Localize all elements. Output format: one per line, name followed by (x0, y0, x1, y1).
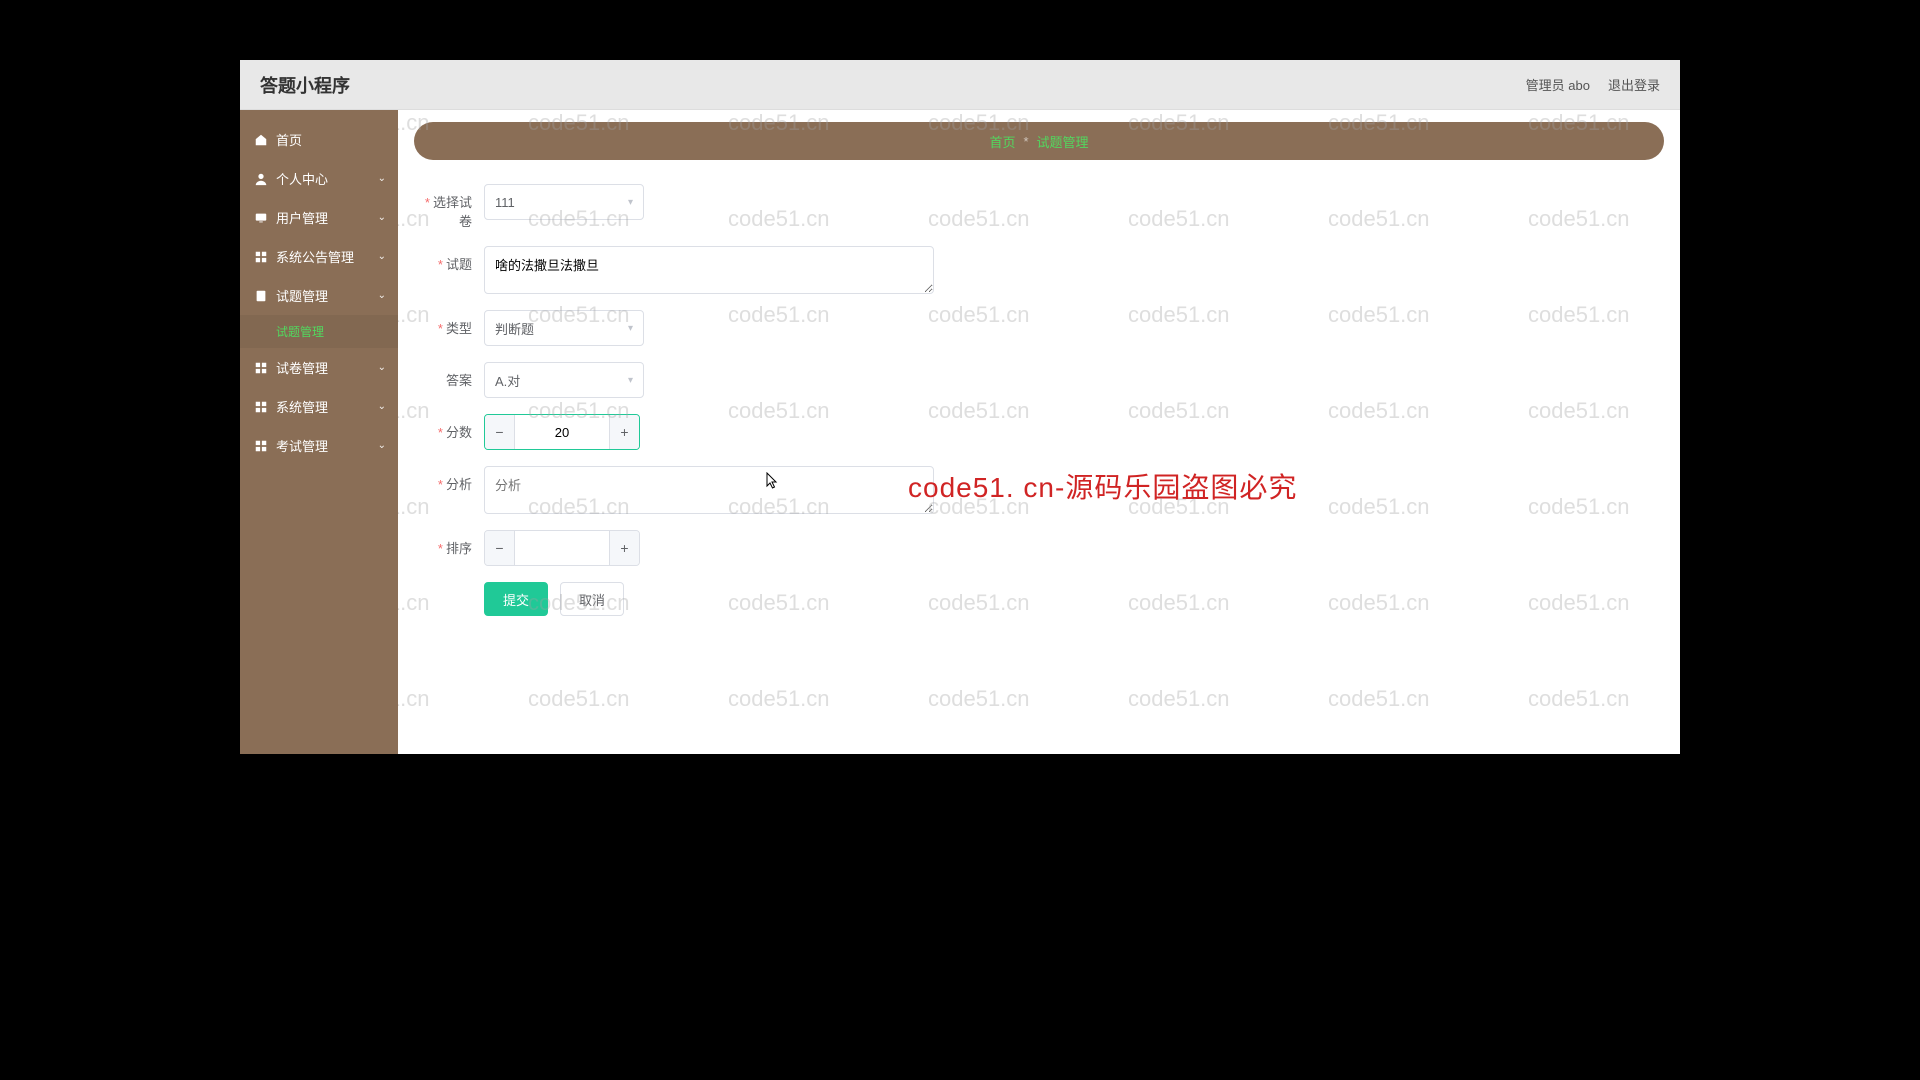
question-form: 选择试卷 111 ▾ 试题 类型 判断题 ▾ (398, 160, 1680, 640)
select-answer-value: A.对 (495, 371, 520, 390)
sort-input[interactable] (515, 531, 609, 565)
chevron-down-icon: ⌄ (378, 212, 386, 223)
screen-icon (254, 211, 268, 225)
chevron-down-icon: ▾ (628, 197, 633, 208)
select-type[interactable]: 判断题 ▾ (484, 310, 644, 346)
user-icon (254, 172, 268, 186)
form-buttons: 提交 取消 (414, 582, 1664, 616)
chevron-down-icon: ⌄ (378, 440, 386, 451)
score-increment[interactable]: + (609, 415, 639, 449)
select-paper[interactable]: 111 ▾ (484, 184, 644, 220)
question-textarea[interactable] (484, 246, 934, 294)
select-answer[interactable]: A.对 ▾ (484, 362, 644, 398)
grid-icon (254, 361, 268, 375)
breadcrumb-home[interactable]: 首页 (989, 132, 1015, 151)
label-select-paper: 选择试卷 (414, 184, 484, 230)
row-question: 试题 (414, 246, 1664, 294)
breadcrumb-sep: * (1023, 134, 1028, 149)
logout-link[interactable]: 退出登录 (1608, 75, 1660, 94)
label-sort: 排序 (414, 530, 484, 557)
label-question: 试题 (414, 246, 484, 273)
sort-stepper[interactable]: − + (484, 530, 640, 566)
submit-button[interactable]: 提交 (484, 582, 548, 616)
chevron-down-icon: ▾ (628, 323, 633, 334)
watermark-text: code51.cn (728, 686, 830, 712)
sidebar-item-label: 试题管理 (276, 286, 328, 305)
breadcrumb: 首页 * 试题管理 (414, 122, 1664, 160)
sidebar-item-system[interactable]: 系统管理 ⌄ (240, 387, 398, 426)
watermark-text: code51.cn (928, 686, 1030, 712)
sort-decrement[interactable]: − (485, 531, 515, 565)
sort-increment[interactable]: + (609, 531, 639, 565)
sidebar-item-label: 考试管理 (276, 436, 328, 455)
label-analysis: 分析 (414, 466, 484, 493)
row-sort: 排序 − + (414, 530, 1664, 566)
watermark-text: code51.cn (1528, 686, 1630, 712)
grid-icon (254, 250, 268, 264)
chevron-down-icon: ⌄ (378, 362, 386, 373)
breadcrumb-current: 试题管理 (1037, 132, 1089, 151)
sidebar-item-label: 系统管理 (276, 397, 328, 416)
header-bar: 答题小程序 管理员 abo 退出登录 (240, 60, 1680, 110)
label-answer: 答案 (414, 362, 484, 389)
sidebar-item-users[interactable]: 用户管理 ⌄ (240, 198, 398, 237)
cancel-button[interactable]: 取消 (560, 582, 624, 616)
label-score: 分数 (414, 414, 484, 441)
grid-icon (254, 400, 268, 414)
sidebar-item-label: 试卷管理 (276, 358, 328, 377)
sidebar-item-announcements[interactable]: 系统公告管理 ⌄ (240, 237, 398, 276)
sidebar-item-profile[interactable]: 个人中心 ⌄ (240, 159, 398, 198)
chevron-down-icon: ⌄ (378, 401, 386, 412)
sidebar-subitem-questions[interactable]: 试题管理 (240, 315, 398, 348)
select-paper-value: 111 (495, 195, 515, 210)
sidebar-item-questions[interactable]: 试题管理 ⌄ (240, 276, 398, 315)
grid-icon (254, 439, 268, 453)
chevron-down-icon: ⌄ (378, 251, 386, 262)
row-analysis: 分析 (414, 466, 1664, 514)
sidebar-item-label: 首页 (276, 130, 302, 149)
score-input[interactable] (515, 415, 609, 449)
select-type-value: 判断题 (495, 319, 534, 338)
content-panel: 首页 * 试题管理 选择试卷 111 ▾ 试题 类型 (398, 110, 1680, 754)
sidebar-item-label: 个人中心 (276, 169, 328, 188)
main-area: 首页 个人中心 ⌄ 用户管理 ⌄ 系统公告管理 (240, 110, 1680, 754)
header-right: 管理员 abo 退出登录 (1526, 75, 1660, 94)
row-answer: 答案 A.对 ▾ (414, 362, 1664, 398)
row-type: 类型 判断题 ▾ (414, 310, 1664, 346)
sidebar-item-home[interactable]: 首页 (240, 120, 398, 159)
sidebar-item-label: 系统公告管理 (276, 247, 354, 266)
app-title: 答题小程序 (260, 72, 350, 98)
score-decrement[interactable]: − (485, 415, 515, 449)
app-window: 答题小程序 管理员 abo 退出登录 首页 个人中心 ⌄ (240, 60, 1680, 754)
label-type: 类型 (414, 310, 484, 337)
watermark-text: code51.cn (1328, 686, 1430, 712)
row-score: 分数 − + (414, 414, 1664, 450)
sidebar-item-exams[interactable]: 考试管理 ⌄ (240, 426, 398, 465)
score-stepper[interactable]: − + (484, 414, 640, 450)
chevron-down-icon: ⌄ (378, 173, 386, 184)
doc-icon (254, 289, 268, 303)
sidebar-item-papers[interactable]: 试卷管理 ⌄ (240, 348, 398, 387)
user-label[interactable]: 管理员 abo (1526, 75, 1590, 94)
row-select-paper: 选择试卷 111 ▾ (414, 184, 1664, 230)
chevron-down-icon: ⌄ (378, 290, 386, 301)
analysis-textarea[interactable] (484, 466, 934, 514)
watermark-text: code51.cn (1128, 686, 1230, 712)
sidebar-item-label: 用户管理 (276, 208, 328, 227)
chevron-down-icon: ▾ (628, 375, 633, 386)
home-icon (254, 133, 268, 147)
watermark-text: code51.cn (528, 686, 630, 712)
sidebar: 首页 个人中心 ⌄ 用户管理 ⌄ 系统公告管理 (240, 110, 398, 754)
watermark-text: code51.cn (398, 686, 430, 712)
